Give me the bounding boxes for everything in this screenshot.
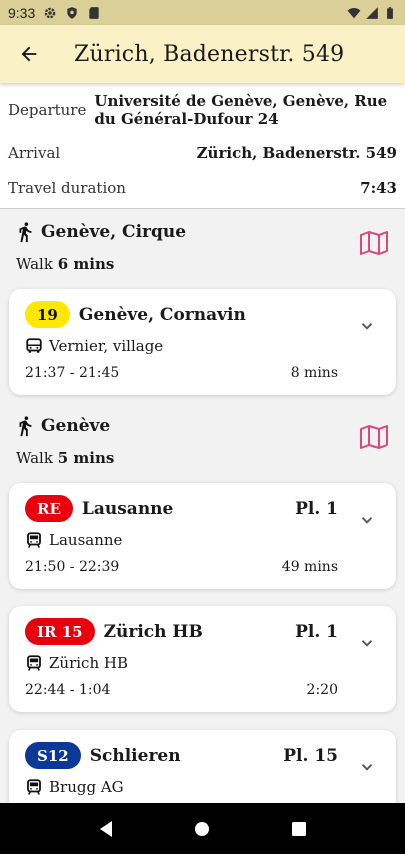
map-icon[interactable]: [359, 231, 389, 255]
leg-destination: Genève, Cornavin: [78, 304, 246, 325]
walk-duration: Walk 5 mins: [16, 449, 115, 467]
transit-leg-card[interactable]: S12 Schlieren Pl. 15 Brugg AG: [9, 730, 396, 803]
line-badge: 19: [25, 301, 70, 328]
line-badge: IR 15: [25, 618, 95, 645]
leg-duration: 8 mins: [290, 365, 338, 381]
app-bar: Zürich, Badenerstr. 549: [0, 25, 405, 83]
leg-times: 22:44 - 1:04: [25, 682, 111, 698]
chevron-down-icon[interactable]: [358, 317, 376, 335]
chevron-down-icon[interactable]: [358, 758, 376, 776]
leg-times: 21:50 - 22:39: [25, 559, 120, 575]
back-button[interactable]: [0, 25, 58, 83]
walk-leg: Genève Walk 5 mins: [0, 403, 405, 475]
leg-destination: Zürich HB: [103, 621, 203, 642]
walk-icon: [19, 416, 32, 437]
departure-row: Departure Université de Genève, Genève, …: [8, 92, 397, 128]
duration-value: 7:43: [360, 179, 397, 197]
platform-label: Pl. 15: [283, 746, 338, 766]
nav-home-button[interactable]: [188, 815, 216, 843]
leg-direction: Vernier, village: [49, 337, 164, 355]
trip-legs-list[interactable]: Genève, Cirque Walk 6 mins 19 Genève, Co…: [0, 209, 405, 803]
walk-duration: Walk 6 mins: [16, 255, 115, 273]
platform-label: Pl. 1: [295, 622, 338, 642]
signal-icon: [366, 6, 378, 19]
transit-leg-card[interactable]: RE Lausanne Pl. 1 Lausanne 21:50 - 22:39…: [9, 483, 396, 589]
home-circle-icon: [195, 821, 210, 836]
arrow-left-icon: [21, 46, 37, 62]
walk-destination: Genève: [41, 416, 111, 436]
status-time: 9:33: [8, 4, 36, 21]
leg-direction: Lausanne: [49, 531, 123, 549]
shield-icon: [67, 6, 77, 19]
line-badge: RE: [25, 495, 73, 522]
train-icon: [27, 779, 41, 795]
back-triangle-icon: [100, 820, 113, 837]
arrival-label: Arrival: [8, 144, 61, 162]
system-nav-bar: [0, 803, 405, 854]
train-icon: [27, 532, 41, 548]
leg-duration: 2:20: [306, 682, 338, 698]
leg-times: 21:37 - 21:45: [25, 365, 120, 381]
transit-leg-card[interactable]: 19 Genève, Cornavin Vernier, village 21:…: [9, 289, 396, 395]
leg-destination: Schlieren: [89, 745, 181, 766]
leg-destination: Lausanne: [81, 498, 174, 519]
nav-recents-button[interactable]: [285, 815, 313, 843]
departure-label: Departure: [8, 101, 87, 119]
walk-leg: Genève, Cirque Walk 6 mins: [0, 209, 405, 281]
bus-icon: [26, 338, 42, 353]
sd-card-icon: [89, 6, 99, 19]
trip-summary: Departure Université de Genève, Genève, …: [0, 83, 405, 209]
leg-direction: Zürich HB: [49, 654, 128, 672]
recents-square-icon: [291, 821, 306, 836]
nav-back-button[interactable]: [92, 815, 120, 843]
battery-icon: [387, 6, 393, 19]
train-icon: [27, 655, 41, 671]
duration-row: Travel duration 7:43: [8, 179, 397, 197]
wifi-icon: [347, 7, 361, 18]
transit-leg-card[interactable]: IR 15 Zürich HB Pl. 1 Zürich HB 22:44 - …: [9, 606, 396, 712]
status-bar: 9:33: [0, 0, 405, 25]
arrival-value: Zürich, Badenerstr. 549: [196, 144, 397, 162]
arrival-row: Arrival Zürich, Badenerstr. 549: [8, 144, 397, 162]
departure-value: Université de Genève, Genève, Rue du Gén…: [94, 92, 388, 128]
leg-direction: Brugg AG: [49, 778, 124, 796]
line-badge: S12: [25, 742, 81, 769]
page-title: Zürich, Badenerstr. 549: [74, 41, 345, 67]
chevron-down-icon[interactable]: [358, 511, 376, 529]
map-icon[interactable]: [359, 425, 389, 449]
platform-label: Pl. 1: [295, 499, 338, 519]
chevron-down-icon[interactable]: [358, 634, 376, 652]
duration-label: Travel duration: [8, 179, 126, 197]
leg-duration: 49 mins: [281, 559, 338, 575]
walk-destination: Genève, Cirque: [41, 222, 187, 242]
gear-icon: [45, 7, 56, 18]
walk-icon: [19, 222, 32, 243]
